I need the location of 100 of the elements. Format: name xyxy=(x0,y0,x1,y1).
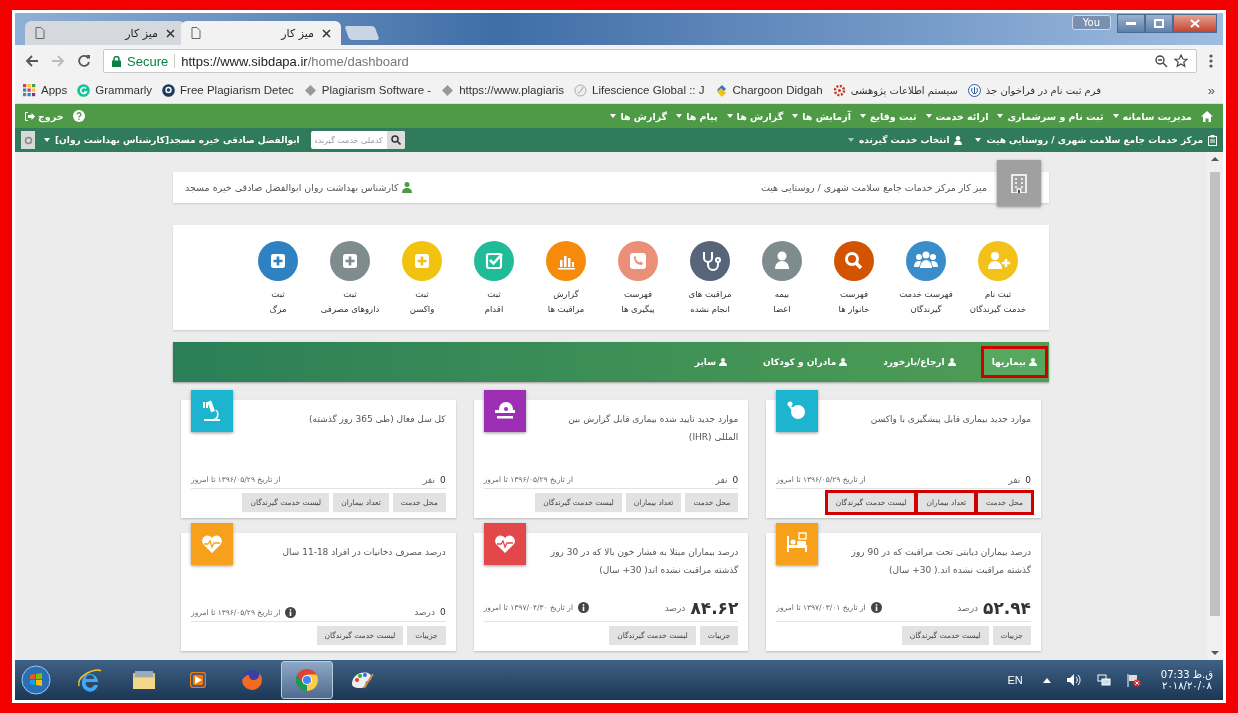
info-icon[interactable] xyxy=(285,606,297,618)
maximize-button[interactable] xyxy=(1145,14,1173,33)
unit-label: نفر xyxy=(422,474,435,485)
page-icon xyxy=(35,27,45,39)
minimize-button[interactable] xyxy=(1117,14,1145,33)
close-icon[interactable] xyxy=(322,28,331,38)
close-icon xyxy=(1190,19,1200,28)
language-indicator[interactable]: EN xyxy=(1007,674,1023,686)
unit-label: درصد xyxy=(957,602,979,613)
help-icon[interactable] xyxy=(72,110,85,122)
bookmark[interactable]: Apps xyxy=(23,83,68,97)
home-icon[interactable] xyxy=(1201,110,1213,122)
bookmark[interactable]: Plagiarism Software - xyxy=(303,83,432,97)
category-tab[interactable]: مادران و کودکان xyxy=(755,348,856,375)
center-selector[interactable]: مرکز خدمات جامع سلامت شهری / روستایی هیت xyxy=(986,135,1203,145)
network-icon[interactable] xyxy=(1096,674,1111,686)
unit-label: نفر xyxy=(1008,474,1021,485)
bookmark[interactable]: فرم ثبت نام در فراخوان جذ xyxy=(967,83,1102,97)
new-tab-button[interactable] xyxy=(344,26,380,40)
person-icon xyxy=(1029,357,1037,366)
shortcut-button[interactable]: فهرست خانوار ها xyxy=(819,241,889,318)
user-role: کارشناس بهداشت روان ابوالفضل صادقی خیره مسجد xyxy=(185,182,399,193)
indicator-value: 0 xyxy=(439,474,446,485)
info-icon[interactable] xyxy=(870,602,882,614)
gear-icon xyxy=(832,83,846,97)
indicator-value: 0 xyxy=(439,607,446,618)
star-icon[interactable] xyxy=(1174,54,1188,68)
address-bar[interactable]: Secure https://www.sibdapa.ir/home/dashboard xyxy=(103,49,1197,73)
reload-icon[interactable] xyxy=(77,54,91,68)
search-icon[interactable] xyxy=(390,135,401,145)
info-icon[interactable] xyxy=(578,602,589,614)
chrome-icon xyxy=(293,666,321,694)
apps-grid-icon xyxy=(23,83,36,97)
user-icon xyxy=(954,135,963,145)
indicator-title: موارد جدید بیماری قابل پیشگیری با واکسن xyxy=(869,412,1031,426)
maximize-icon xyxy=(1154,19,1164,28)
flag-icon[interactable] xyxy=(1126,673,1141,687)
close-window-button[interactable] xyxy=(1173,14,1217,33)
bookmark[interactable]: Free Plagiarism Detec xyxy=(162,83,294,97)
person-icon xyxy=(839,357,848,366)
clock[interactable]: 07:33 ق.ظ ۲۰۱۸/۲۰/۰۸ xyxy=(1160,669,1213,691)
indicator-value: ۵۲.۹۴ xyxy=(983,597,1031,618)
bookmark[interactable]: سیستم اطلاعات پژوهشی xyxy=(832,83,958,97)
shortcut-button[interactable]: مراقبت های انجام نشده xyxy=(675,241,745,318)
zoom-icon[interactable] xyxy=(1155,54,1168,68)
browser-tab[interactable]: میز کار xyxy=(25,21,185,45)
minimize-icon xyxy=(1126,21,1136,26)
shortcut-button[interactable]: فهرست پیگیری ها xyxy=(603,241,673,318)
caret-icon xyxy=(847,138,854,142)
person-icon xyxy=(947,357,956,366)
caret-icon xyxy=(726,114,733,118)
scrollbar[interactable] xyxy=(1207,152,1223,660)
caret-icon xyxy=(44,138,50,142)
close-icon[interactable] xyxy=(166,28,175,38)
unit-label: درصد xyxy=(664,602,686,613)
category-tab[interactable]: ارجاع/بازخورد xyxy=(875,348,964,375)
bookmark[interactable]: Chargoon Didgah xyxy=(714,83,823,97)
internet-explorer-icon xyxy=(76,666,104,694)
menu-icon[interactable] xyxy=(1209,54,1213,68)
grammarly-icon xyxy=(77,83,91,97)
user-menu[interactable]: ابوالفضل صادقی خیره مسجد[کارشناس بهداشت روان] xyxy=(55,135,300,145)
user-icon xyxy=(402,182,414,193)
start-button[interactable] xyxy=(21,665,51,695)
tray-expand-icon[interactable] xyxy=(1042,677,1051,683)
clipboard-icon xyxy=(1208,134,1217,146)
caret-icon xyxy=(975,138,982,142)
bookmark[interactable]: https://www.plagiaris xyxy=(441,83,564,97)
indicator-value: 0 xyxy=(732,474,739,485)
search-field[interactable]: کدملی خدمت گیرنده xyxy=(310,131,405,149)
indicator-title: موارد جدید تایید شده بیماری قابل گزارش بین المللی (IHR) xyxy=(567,412,739,445)
speaker-icon[interactable] xyxy=(1066,674,1081,686)
shortcut-button[interactable]: گزارش مراقبت ها xyxy=(531,241,601,318)
more-bookmarks-button[interactable]: » xyxy=(1207,82,1215,98)
page-icon xyxy=(191,27,201,39)
shortcut-button[interactable]: فهرست خدمت گیرندگان xyxy=(891,241,961,318)
shortcut-button[interactable]: ثبت واکسن xyxy=(387,241,457,318)
shortcut-button[interactable]: ثبت اقدام xyxy=(459,241,529,318)
caret-icon xyxy=(1112,114,1119,118)
bookmark[interactable]: Grammarly xyxy=(77,83,153,97)
shortcut-button[interactable]: ثبت نام خدمت گیرندگان xyxy=(963,241,1033,318)
caret-icon xyxy=(997,114,1004,118)
unit-label: درصد xyxy=(414,607,435,618)
shortcut-button[interactable]: بیمه اعضا xyxy=(747,241,817,318)
person-icon xyxy=(719,357,728,366)
indicator-value: 0 xyxy=(1025,474,1031,485)
indicator-title: درصد بیماران دیابتی تحت مراقبت که در 90 روز گذشته مراقبت نشده اند.( 30+ سال) xyxy=(850,545,1031,578)
lock-icon xyxy=(112,55,121,67)
caret-icon xyxy=(925,114,932,118)
unit-label: نفر xyxy=(715,474,728,485)
indicator-title: درصد مصرف دخانیات در افراد 18-11 سال xyxy=(281,545,446,559)
shortcut-button[interactable]: ثبت مرگ xyxy=(243,241,313,318)
category-tab[interactable]: سایر xyxy=(686,348,736,375)
ring-icon xyxy=(23,135,33,145)
back-icon[interactable] xyxy=(25,54,39,68)
select-client-link[interactable]: انتخاب خدمت گیرنده xyxy=(858,135,950,145)
bookmark[interactable]: Lifescience Global :: J xyxy=(574,83,705,97)
caret-icon xyxy=(859,114,866,118)
browser-tab[interactable]: میز کار xyxy=(181,21,341,45)
shortcut-button[interactable]: ثبت داروهای مصرفی xyxy=(315,241,385,318)
indicator-title: درصد بیماران مبتلا به فشار خون بالا که در 30 روز گذشته مراقبت نشده اند( 30+ سال) xyxy=(549,545,739,578)
